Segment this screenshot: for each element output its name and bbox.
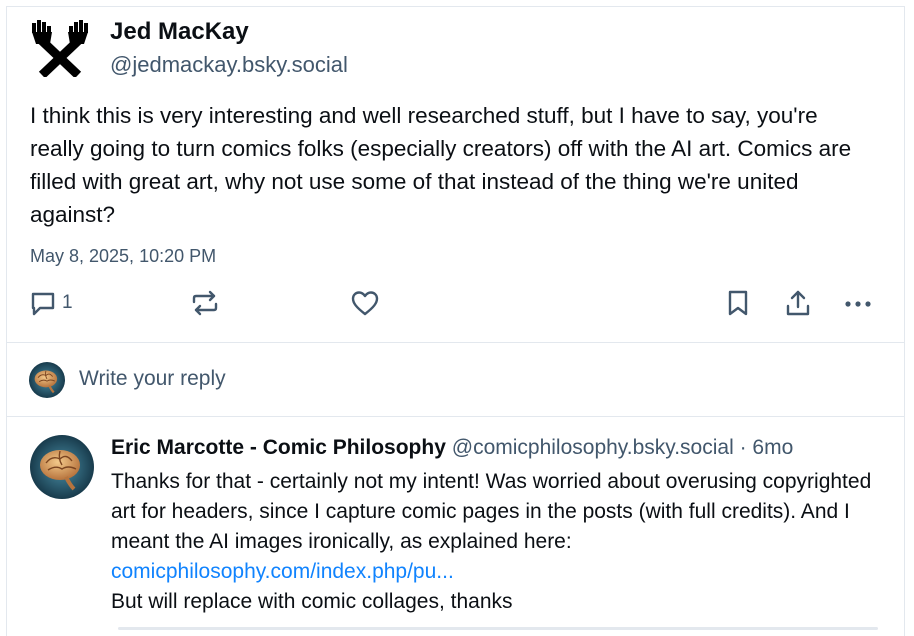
post-text: I think this is very interesting and wel…	[30, 103, 852, 227]
reply-text-closing: But will replace with comic collages, th…	[111, 590, 513, 613]
share-button[interactable]	[784, 287, 812, 319]
reply-author-avatar[interactable]	[30, 435, 94, 499]
divider	[6, 416, 905, 417]
repost-icon	[192, 290, 218, 316]
reply-bubble-icon	[31, 292, 55, 316]
repost-button[interactable]	[190, 287, 220, 319]
crossed-hammers-icon	[32, 20, 88, 79]
reply-author-name[interactable]: Eric Marcotte - Comic Philosophy	[111, 436, 446, 459]
post-timestamp: May 8, 2025, 10:20 PM	[30, 246, 217, 266]
brain-avatar-icon	[30, 435, 94, 499]
author-handle[interactable]: @jedmackay.bsky.social	[110, 52, 348, 78]
share-icon	[786, 290, 810, 316]
reply-count: 1	[62, 292, 73, 313]
reply-link[interactable]: comicphilosophy.com/index.php/pu...	[111, 560, 454, 583]
reply-author-handle[interactable]: @comicphilosophy.bsky.social	[452, 436, 734, 459]
divider	[6, 342, 905, 343]
bookmark-icon	[728, 290, 748, 316]
reply-text-body: Thanks for that - certainly not my inten…	[111, 470, 872, 553]
separator-dot: ·	[733, 436, 753, 459]
reply-button[interactable]: 1	[29, 287, 73, 319]
author-name[interactable]: Jed MacKay	[110, 18, 249, 46]
more-options-button[interactable]	[843, 287, 873, 319]
reply-header: Eric Marcotte - Comic Philosophy @comicp…	[111, 436, 793, 460]
reply-composer-input[interactable]: Write your reply	[79, 367, 226, 391]
brain-avatar-icon	[29, 362, 65, 398]
like-button[interactable]	[350, 287, 380, 319]
bookmark-button[interactable]	[724, 287, 752, 319]
reply-text: Thanks for that - certainly not my inten…	[111, 467, 891, 617]
heart-icon	[351, 291, 379, 316]
more-dots-icon	[845, 301, 871, 307]
reply-age[interactable]: 6mo	[752, 436, 793, 459]
author-avatar[interactable]	[28, 17, 92, 79]
composer-avatar	[29, 362, 65, 398]
